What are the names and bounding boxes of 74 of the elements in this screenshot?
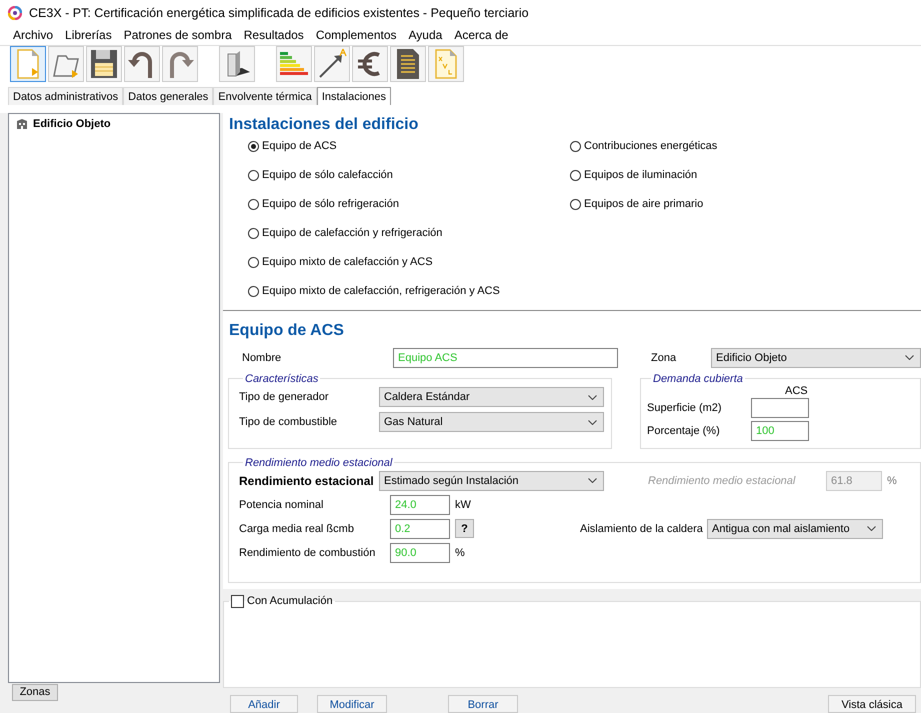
chevron-down-icon <box>588 394 597 400</box>
input-field[interactable] <box>751 398 809 418</box>
radio-option[interactable]: Contribuciones energéticas <box>570 140 718 169</box>
chevron-down-icon <box>905 355 914 360</box>
field-label: Potencia nominal <box>239 498 324 511</box>
chevron-down-icon <box>588 478 597 484</box>
menu-item[interactable]: Resultados <box>244 28 304 42</box>
building-icon <box>16 118 28 130</box>
checkbox[interactable] <box>231 594 244 608</box>
menu-item[interactable]: Librerías <box>65 28 112 42</box>
readonly-field: 61.8 <box>826 470 882 491</box>
field-label: Rendimiento estacional <box>239 474 375 488</box>
menu-item[interactable]: Ayuda <box>408 28 442 42</box>
menu-item[interactable]: Patrones de sombra <box>124 28 232 42</box>
action-button[interactable]: Borrar <box>448 694 518 713</box>
section-title: Equipo de ACS <box>228 320 345 341</box>
tab[interactable]: Datos administrativos <box>8 86 124 105</box>
field-label: Tipo de combustible <box>239 416 338 428</box>
building-block-icon[interactable] <box>219 46 255 82</box>
field-label: Aislamiento de la caldera <box>580 522 704 535</box>
redo-icon[interactable] <box>162 46 198 82</box>
window-title: CE3X - PT: Certificación energética simplificada de edificios existentes - Pequeño terciario <box>29 6 529 20</box>
radio-option[interactable]: Equipo de sólo calefacción <box>248 168 570 198</box>
name-label: Nombre <box>242 352 282 364</box>
save-icon[interactable] <box>86 46 122 82</box>
unit-label: % <box>455 546 465 559</box>
classic-view-button[interactable]: Vista clásica <box>828 694 916 713</box>
dropdown[interactable]: Estimado según Instalación <box>379 470 604 491</box>
open-folder-icon[interactable] <box>48 46 84 82</box>
checkbox-label: Con Acumulación <box>247 595 333 608</box>
report-document-icon[interactable] <box>390 46 426 82</box>
field-label: Rendimiento medio estacional <box>648 474 796 487</box>
section-title: Instalaciones del edificio <box>228 114 420 135</box>
radio-option[interactable]: Equipo mixto de calefacción y ACS <box>248 256 570 285</box>
group-legend: Características <box>243 372 320 385</box>
tab[interactable]: Envolvente térmica <box>213 86 317 105</box>
menu-item[interactable]: Complementos <box>316 28 397 42</box>
unit-label: % <box>887 474 897 487</box>
field-label: Porcentaje (%) <box>647 425 721 438</box>
group-legend: Rendimiento medio estacional <box>243 456 394 469</box>
field-label: Tipo de generador <box>239 391 330 404</box>
menu-item[interactable]: Archivo <box>13 28 54 42</box>
zone-label: Zona <box>651 352 678 364</box>
radio-option[interactable]: Equipo mixto de calefacción, refrigeración y ACS <box>248 284 570 314</box>
app-logo-icon <box>8 6 22 20</box>
zone-dropdown[interactable]: Edificio Objeto <box>711 348 921 368</box>
euro-icon[interactable] <box>352 46 388 82</box>
radio-option[interactable]: Equipo de calefacción y refrigeración <box>248 226 570 256</box>
energy-rating-icon[interactable] <box>276 46 312 82</box>
column-header: ACS <box>785 384 808 397</box>
tab[interactable]: Datos generales <box>123 86 214 105</box>
group-legend: Demanda cubierta <box>651 372 745 385</box>
dropdown[interactable]: Gas Natural <box>379 412 604 432</box>
chevron-down-icon <box>588 420 597 425</box>
radio-option[interactable]: Equipos de iluminación <box>570 168 718 198</box>
tree-item[interactable]: Edificio Objeto <box>33 118 111 130</box>
chevron-down-icon <box>867 526 876 532</box>
radio-option[interactable]: Equipos de aire primario <box>570 198 718 227</box>
field-label: Carga media real ßcmb <box>239 522 355 535</box>
action-button[interactable]: Añadir <box>230 694 298 713</box>
undo-icon[interactable] <box>124 46 160 82</box>
menu-item[interactable]: Acerca de <box>454 28 508 42</box>
action-button[interactable]: Modificar <box>317 694 387 713</box>
zones-button[interactable]: Zonas <box>12 684 58 701</box>
radio-option[interactable]: Equipo de sólo refrigeración <box>248 198 570 227</box>
radio-option[interactable]: Equipo de ACS <box>248 140 570 169</box>
tab[interactable]: Instalaciones <box>316 86 392 105</box>
field-label: Rendimiento de combustión <box>239 546 376 559</box>
field-label: Superficie (m2) <box>647 402 723 414</box>
new-document-icon[interactable] <box>10 46 46 82</box>
unit-label: kW <box>455 498 471 511</box>
dropdown[interactable]: Antigua con mal aislamiento <box>707 518 883 539</box>
dropdown[interactable]: Caldera Estándar <box>379 387 604 408</box>
help-button[interactable]: ? <box>455 519 474 538</box>
